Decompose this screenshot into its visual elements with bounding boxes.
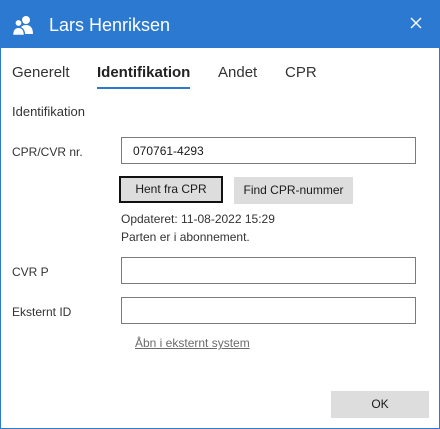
open-external-system-link[interactable]: Åbn i eksternt system xyxy=(135,335,250,351)
window-title: Lars Henriksen xyxy=(49,15,171,35)
close-icon xyxy=(410,16,422,34)
tab-identifikation[interactable]: Identifikation xyxy=(97,61,191,89)
cpr-input[interactable] xyxy=(121,137,416,164)
dialog-window: Lars Henriksen Generelt Identifikation A… xyxy=(0,0,440,429)
section-heading: Identifikation xyxy=(12,104,85,119)
cvr-p-field-label: CVR P xyxy=(12,265,49,279)
tab-cpr[interactable]: CPR xyxy=(285,61,317,85)
fetch-from-cpr-button[interactable]: Hent fra CPR xyxy=(119,176,223,203)
subscription-status: Parten er i abonnement. xyxy=(121,230,250,244)
tab-generelt[interactable]: Generelt xyxy=(12,61,70,85)
tab-bar: Generelt Identifikation Andet CPR xyxy=(1,61,439,91)
active-tab-indicator xyxy=(97,87,191,89)
external-id-input[interactable] xyxy=(121,297,416,324)
ok-button[interactable]: OK xyxy=(331,391,429,418)
tab-label: Generelt xyxy=(12,64,70,81)
title-bar: Lars Henriksen xyxy=(1,1,439,48)
updated-timestamp: Opdateret: 11-08-2022 15:29 xyxy=(121,212,275,226)
close-button[interactable] xyxy=(393,1,439,48)
tab-label: Identifikation xyxy=(97,64,191,81)
cvr-p-input[interactable] xyxy=(121,257,416,284)
find-cpr-number-button[interactable]: Find CPR-nummer xyxy=(234,177,353,204)
tab-label: CPR xyxy=(285,64,317,81)
people-icon xyxy=(11,14,34,37)
external-id-field-label: Eksternt ID xyxy=(12,305,72,319)
tab-andet[interactable]: Andet xyxy=(218,61,257,85)
cpr-field-label: CPR/CVR nr. xyxy=(12,145,83,159)
tab-label: Andet xyxy=(218,64,258,81)
